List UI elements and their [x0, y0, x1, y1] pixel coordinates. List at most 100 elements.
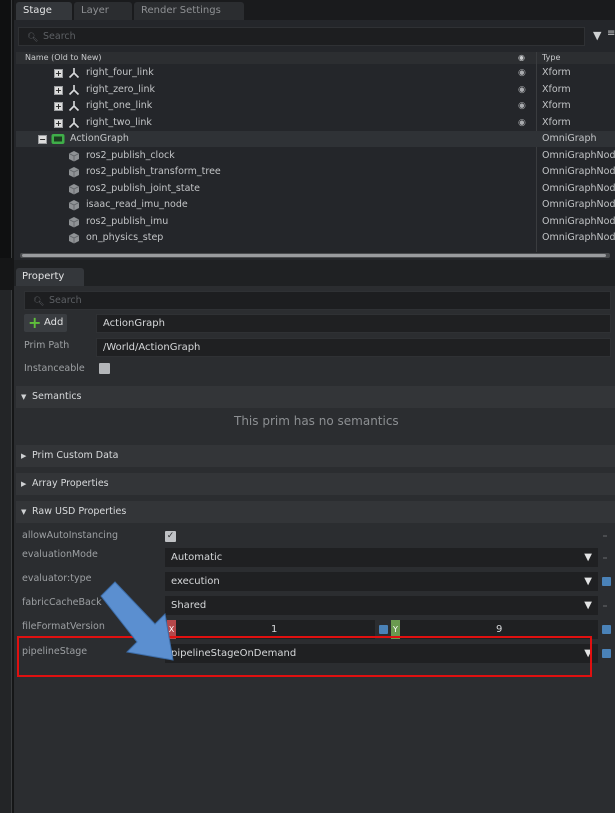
section-raw-usd-header[interactable]: ▼ Raw USD Properties — [16, 501, 615, 523]
column-name-header[interactable]: Name (Old to New) — [25, 52, 102, 64]
expand-icon[interactable]: + — [54, 102, 63, 111]
tree-row[interactable]: isaac_read_imu_node OmniGraphNod — [16, 197, 615, 213]
left-panel-edge — [0, 0, 14, 813]
stage-search-input[interactable]: 🔍︎ Search — [18, 27, 585, 46]
row-type: OmniGraphNod — [542, 150, 615, 161]
x-modified-indicator[interactable] — [379, 625, 388, 634]
allow-auto-instancing-label: allowAutoInstancing — [22, 530, 118, 541]
tree-row[interactable]: ros2_publish_imu OmniGraphNod — [16, 214, 615, 230]
expand-triangle-icon: ▶ — [21, 480, 27, 488]
column-type-header[interactable]: Type — [542, 52, 560, 64]
tree-row[interactable]: + right_zero_link ◉ Xform — [16, 82, 615, 98]
section-title: Prim Custom Data — [32, 450, 119, 461]
node-cube-icon — [68, 200, 80, 211]
row-type: OmniGraphNod — [542, 216, 615, 227]
node-cube-icon — [68, 233, 80, 244]
visibility-eye-icon[interactable]: ◉ — [518, 115, 526, 131]
annotation-arrow-icon — [100, 581, 174, 661]
omnigraph-icon — [51, 134, 65, 144]
stage-tree-header: Name (Old to New) ◉ Type — [16, 52, 615, 64]
dropdown-arrow-icon: ▼ — [584, 600, 592, 611]
row-label: right_one_link — [86, 100, 153, 111]
visibility-eye-icon[interactable]: ◉ — [518, 82, 526, 98]
search-icon: 🔍︎ — [27, 33, 39, 43]
tree-row[interactable]: ros2_publish_clock OmniGraphNod — [16, 148, 615, 164]
options-icon[interactable]: ≡ — [607, 28, 615, 39]
section-prim-custom-data-header[interactable]: ▶ Prim Custom Data — [16, 445, 615, 467]
xform-icon — [68, 118, 80, 129]
modified-indicator[interactable] — [602, 649, 611, 658]
xform-icon — [68, 68, 80, 79]
expand-icon[interactable]: + — [54, 119, 63, 128]
expand-icon[interactable]: + — [54, 69, 63, 78]
expand-icon[interactable]: + — [54, 86, 63, 95]
section-semantics-header[interactable]: ▼ Semantics — [16, 386, 615, 408]
property-search-input[interactable]: 🔍︎ Search — [24, 291, 611, 310]
tree-row[interactable]: ros2_publish_transform_tree OmniGraphNod — [16, 164, 615, 180]
tab-property[interactable]: Property — [16, 268, 84, 286]
visibility-eye-icon[interactable]: ◉ — [518, 65, 526, 81]
row-label: ros2_publish_joint_state — [86, 183, 200, 194]
instanceable-label: Instanceable — [24, 363, 85, 374]
row-label: right_zero_link — [86, 84, 155, 95]
no-semantics-message: This prim has no semantics — [234, 414, 399, 428]
search-icon: 🔍︎ — [33, 297, 45, 307]
modified-indicator[interactable] — [602, 625, 611, 634]
property-search-placeholder: Search — [49, 295, 82, 306]
fabric-cache-backing-label: fabricCacheBack — [22, 597, 102, 608]
section-title: Semantics — [32, 391, 82, 402]
node-cube-icon — [68, 217, 80, 228]
property-tabbar: Property — [14, 262, 615, 286]
plus-icon: + — [28, 313, 42, 332]
collapse-triangle-icon: ▼ — [21, 393, 27, 401]
visibility-eye-icon[interactable]: ◉ — [518, 98, 526, 114]
file-format-version-label: fileFormatVersion — [22, 621, 105, 632]
tree-row[interactable]: + right_four_link ◉ Xform — [16, 65, 615, 81]
tab-render-settings[interactable]: Render Settings — [134, 2, 244, 20]
section-array-properties-header[interactable]: ▶ Array Properties — [16, 473, 615, 495]
row-type: Xform — [542, 67, 571, 78]
expand-triangle-icon: ▶ — [21, 452, 27, 460]
filter-icon[interactable]: ▼ — [593, 29, 601, 42]
node-cube-icon — [68, 151, 80, 162]
row-label: right_two_link — [86, 117, 152, 128]
xform-icon — [68, 101, 80, 112]
stage-panel: Stage Layer Render Settings 🔍︎ Search ▼ … — [14, 0, 615, 260]
default-indicator — [603, 535, 607, 537]
evaluator-type-label: evaluator:type — [22, 573, 92, 584]
fabric-cache-backing-dropdown[interactable]: Shared ▼ — [165, 596, 598, 615]
tab-stage[interactable]: Stage — [16, 2, 72, 20]
row-type: Xform — [542, 117, 571, 128]
tree-row[interactable]: ros2_publish_joint_state OmniGraphNod — [16, 181, 615, 197]
tree-row[interactable]: + right_one_link ◉ Xform — [16, 98, 615, 114]
row-label: right_four_link — [86, 67, 154, 78]
row-type: Xform — [542, 84, 571, 95]
collapse-icon[interactable]: − — [38, 135, 47, 144]
node-cube-icon — [68, 167, 80, 178]
horizontal-scrollbar-thumb[interactable] — [22, 254, 606, 257]
default-indicator — [603, 557, 607, 559]
row-label: ros2_publish_clock — [86, 150, 175, 161]
visibility-column-eye-icon: ◉ — [518, 53, 525, 62]
evaluator-type-dropdown[interactable]: execution ▼ — [165, 572, 598, 591]
row-label: ActionGraph — [70, 133, 129, 144]
evaluation-mode-dropdown[interactable]: Automatic ▼ — [165, 548, 598, 567]
modified-indicator[interactable] — [602, 577, 611, 586]
tree-row[interactable]: + right_two_link ◉ Xform — [16, 115, 615, 131]
viewport-edge — [0, 0, 12, 258]
prim-path-label: Prim Path — [24, 340, 70, 351]
instanceable-checkbox[interactable] — [99, 363, 110, 374]
tree-row-actiongraph[interactable]: − ActionGraph OmniGraph — [16, 131, 615, 147]
default-indicator — [603, 605, 607, 607]
side-panel-edge — [0, 290, 12, 813]
add-button[interactable]: + Add — [24, 314, 67, 332]
stage-tabbar: Stage Layer Render Settings — [14, 0, 615, 20]
row-type: Xform — [542, 100, 571, 111]
prim-name-field[interactable]: ActionGraph — [96, 314, 611, 333]
tab-layer[interactable]: Layer — [74, 2, 132, 20]
prim-path-field[interactable]: /World/ActionGraph — [96, 338, 611, 357]
allow-auto-instancing-checkbox[interactable]: ✓ — [165, 531, 176, 542]
tree-row[interactable]: on_physics_step OmniGraphNod — [16, 230, 615, 246]
section-title: Array Properties — [32, 478, 109, 489]
dropdown-arrow-icon: ▼ — [584, 552, 592, 563]
